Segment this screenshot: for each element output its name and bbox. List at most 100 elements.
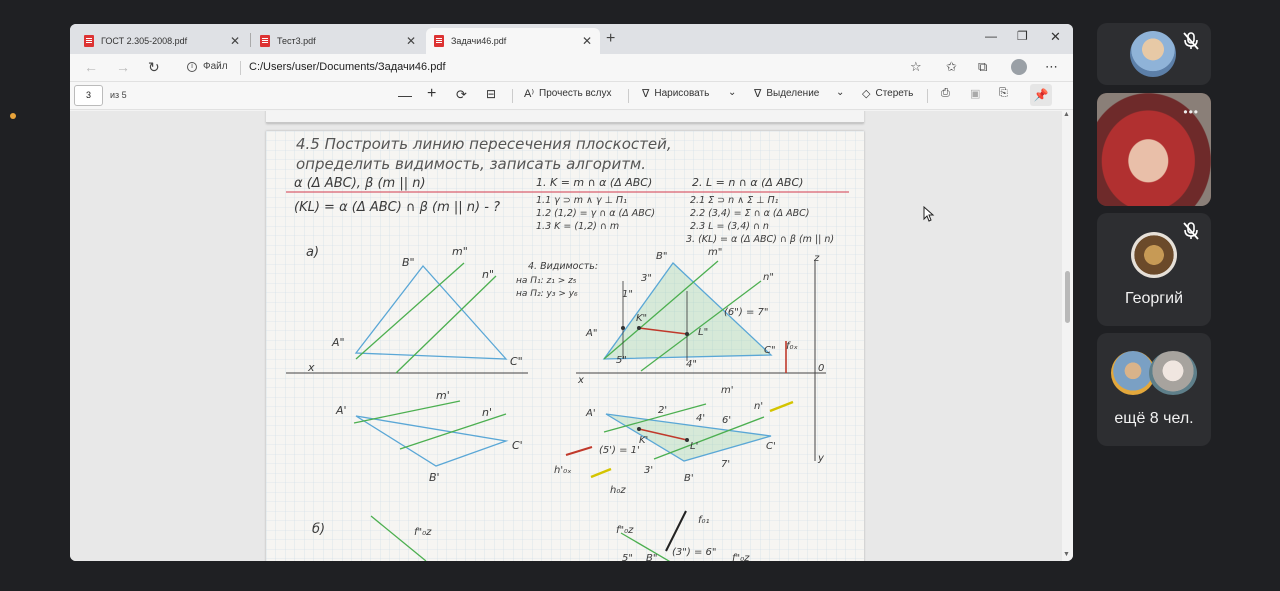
step1-line: 1.3 K = (1,2) ∩ m bbox=[536, 221, 619, 232]
label: 2' bbox=[658, 405, 667, 416]
label: (3") = 6" bbox=[672, 547, 716, 558]
step1-line: 1.1 γ ⊃ m ∧ γ ⊥ Π₁ bbox=[536, 195, 627, 206]
label: m' bbox=[721, 385, 734, 396]
mic-muted-icon bbox=[1183, 32, 1199, 50]
label: B' bbox=[684, 473, 694, 484]
tab-gost[interactable]: ГОСТ 2.305-2008.pdf ✕ bbox=[76, 28, 248, 54]
maximize-icon[interactable]: ❐ bbox=[1017, 29, 1028, 43]
participant-tile-more[interactable]: ещё 8 чел. bbox=[1097, 333, 1211, 446]
label: A" bbox=[331, 336, 345, 349]
favorite-star-icon[interactable]: ☆ bbox=[910, 59, 922, 75]
participant-tile-3[interactable]: Георгий bbox=[1097, 213, 1211, 326]
pdf-file-icon bbox=[434, 35, 444, 47]
label: 3' bbox=[644, 465, 653, 476]
erase-button[interactable]: ◇ Стереть bbox=[862, 87, 913, 100]
participant-tile-1[interactable] bbox=[1097, 23, 1211, 85]
label: n' bbox=[754, 401, 763, 412]
fit-page-icon[interactable]: ⊟ bbox=[486, 87, 496, 101]
browser-window: ГОСТ 2.305-2008.pdf ✕ Тест3.pdf ✕ Задачи… bbox=[70, 24, 1073, 561]
zoom-out-icon[interactable]: — bbox=[398, 87, 412, 103]
visibility-line: на Π₂: y₃ > y₆ bbox=[516, 289, 578, 299]
label: B" bbox=[402, 256, 415, 269]
close-icon[interactable]: ✕ bbox=[406, 34, 416, 48]
label: A' bbox=[335, 404, 347, 417]
label: L' bbox=[690, 441, 698, 452]
step1-line: 1.2 (1,2) = γ ∩ α (Δ ABC) bbox=[536, 208, 655, 219]
label: m" bbox=[708, 247, 722, 258]
new-tab-button[interactable]: + bbox=[606, 30, 615, 48]
label: 5" bbox=[622, 553, 633, 561]
pdf-file-icon bbox=[260, 35, 270, 47]
participant-tile-2[interactable]: ••• bbox=[1097, 93, 1211, 206]
zoom-in-icon[interactable]: + bbox=[427, 85, 436, 103]
pin-toolbar-icon[interactable]: 📌 bbox=[1030, 84, 1052, 106]
scroll-thumb[interactable] bbox=[1065, 271, 1070, 323]
step2-title: 2. L = n ∩ α (Δ ABC) bbox=[692, 176, 803, 189]
draw-pen-icon: ∇ bbox=[642, 88, 650, 100]
label: z bbox=[813, 253, 820, 264]
figure-a-label: а) bbox=[306, 245, 319, 260]
print-icon[interactable]: ⎙ bbox=[941, 87, 950, 100]
screen: ГОСТ 2.305-2008.pdf ✕ Тест3.pdf ✕ Задачи… bbox=[0, 0, 1280, 591]
highlight-button[interactable]: ∇ Выделение bbox=[754, 87, 819, 100]
pdf-page: 4.5 Построить линию пересечения плоскост… bbox=[266, 131, 864, 561]
close-icon[interactable]: ✕ bbox=[230, 34, 240, 48]
collections-icon[interactable]: ⧉ bbox=[978, 59, 987, 75]
close-icon[interactable]: ✕ bbox=[582, 34, 592, 48]
label: B" bbox=[646, 553, 657, 561]
label: 4' bbox=[696, 413, 705, 424]
label: K' bbox=[639, 435, 648, 446]
label: h'₀ₓ bbox=[554, 465, 572, 476]
more-menu-icon[interactable]: ⋯ bbox=[1045, 59, 1058, 75]
label: 4" bbox=[686, 359, 697, 370]
url-field[interactable]: C:/Users/user/Documents/Задачи46.pdf bbox=[249, 61, 446, 73]
find-text: (KL) = α (Δ ABC) ∩ β (m || n) - ? bbox=[294, 200, 500, 215]
participant-avatar bbox=[1131, 232, 1177, 278]
close-window-icon[interactable]: ✕ bbox=[1050, 29, 1061, 45]
pdf-toolbar: 3 из 5 — + ⟳ ⊟ A⁾ Прочесть вслух ∇ Нарис… bbox=[70, 82, 1073, 110]
pdf-viewport[interactable]: 4.5 Построить линию пересечения плоскост… bbox=[70, 111, 1062, 561]
label: (6") = 7" bbox=[724, 307, 768, 318]
highlight-options-chevron-icon[interactable]: ⌄ bbox=[836, 87, 844, 98]
task-heading-1: 4.5 Построить линию пересечения плоскост… bbox=[296, 135, 672, 153]
favorites-list-icon[interactable]: ✩ bbox=[946, 59, 957, 75]
given-text: α (Δ ABC), β (m || n) bbox=[294, 176, 426, 191]
vertical-scrollbar[interactable]: ▲ ▼ bbox=[1062, 111, 1073, 561]
figure-b-label: б) bbox=[312, 522, 325, 537]
save-as-icon[interactable]: ⎘ bbox=[999, 87, 1008, 100]
forward-icon[interactable]: → bbox=[116, 59, 130, 75]
tab-label: Задачи46.pdf bbox=[451, 36, 507, 46]
label: C" bbox=[510, 355, 523, 368]
scroll-down-icon[interactable]: ▼ bbox=[1063, 551, 1070, 558]
previous-page-edge bbox=[266, 111, 864, 123]
label: 7' bbox=[721, 459, 730, 470]
tab-zadachi46[interactable]: Задачи46.pdf ✕ bbox=[426, 28, 600, 54]
save-icon[interactable]: ▣ bbox=[970, 87, 980, 100]
rotate-icon[interactable]: ⟳ bbox=[456, 87, 467, 103]
draw-options-chevron-icon[interactable]: ⌄ bbox=[728, 87, 736, 98]
tab-label: Тест3.pdf bbox=[277, 36, 316, 46]
label: 0 bbox=[818, 363, 824, 374]
label: L" bbox=[698, 327, 708, 338]
participant-name: Георгий bbox=[1125, 290, 1183, 307]
eraser-icon: ◇ bbox=[862, 88, 871, 100]
draw-button[interactable]: ∇ Нарисовать bbox=[642, 87, 709, 100]
read-aloud-button[interactable]: A⁾ Прочесть вслух bbox=[524, 87, 612, 100]
site-info[interactable]: i Файл bbox=[187, 61, 228, 72]
label: A' bbox=[585, 408, 596, 419]
label: n" bbox=[763, 272, 774, 283]
label: f"₀z bbox=[414, 527, 432, 538]
minimize-icon[interactable]: — bbox=[985, 29, 997, 43]
back-icon[interactable]: ← bbox=[84, 59, 98, 75]
page-number-input[interactable]: 3 bbox=[74, 85, 103, 106]
tab-label: ГОСТ 2.305-2008.pdf bbox=[101, 36, 188, 46]
refresh-icon[interactable]: ↻ bbox=[148, 59, 160, 76]
label: x bbox=[577, 375, 584, 386]
scroll-up-icon[interactable]: ▲ bbox=[1063, 111, 1070, 118]
label: C' bbox=[766, 441, 776, 452]
label: 6' bbox=[722, 415, 731, 426]
more-options-icon[interactable]: ••• bbox=[1183, 105, 1199, 119]
tab-test3[interactable]: Тест3.pdf ✕ bbox=[252, 28, 424, 54]
profile-avatar[interactable] bbox=[1011, 59, 1027, 75]
label: x bbox=[307, 361, 315, 374]
